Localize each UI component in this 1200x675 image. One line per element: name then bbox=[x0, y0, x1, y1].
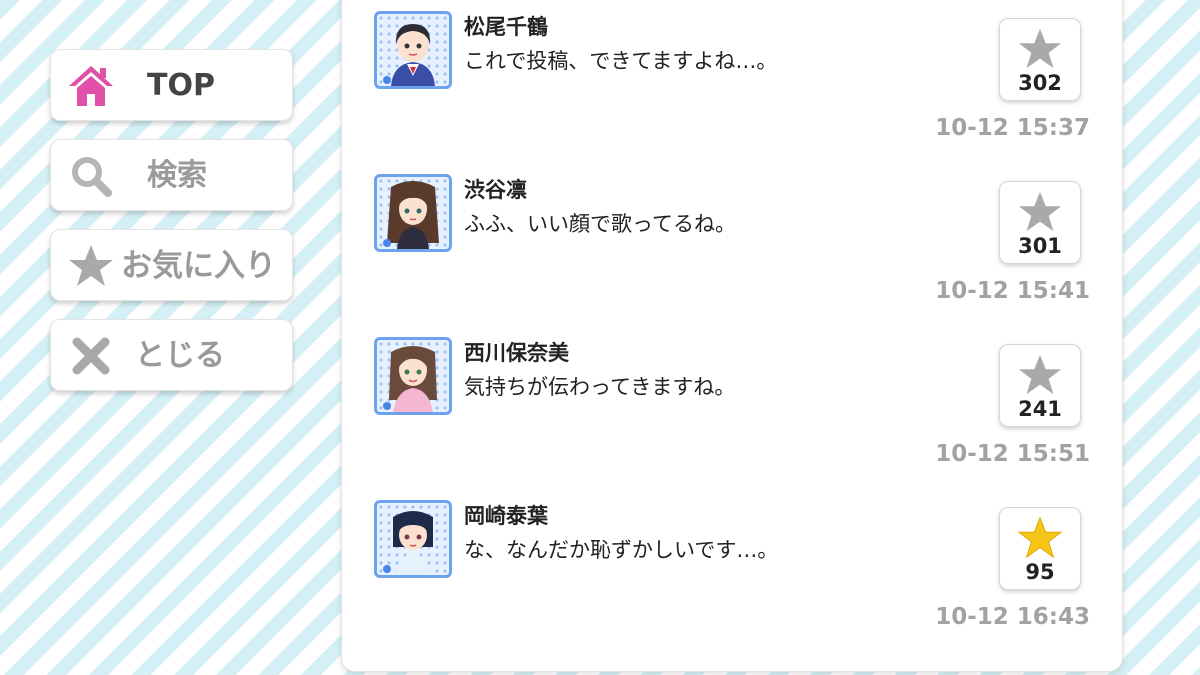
post-message: これで投稿、できてますよね…。 bbox=[464, 49, 778, 73]
post-message: ふふ、いい顔で歌ってるね。 bbox=[464, 212, 736, 236]
post-timestamp: 10-12 15:41 bbox=[935, 278, 1090, 304]
post-item: 松尾千鶴 これで投稿、できてますよね…。 302 10-12 15:37 bbox=[342, 11, 1122, 161]
post-timestamp: 10-12 15:37 bbox=[935, 115, 1090, 141]
post-item: 西川保奈美 気持ちが伝わってきますね。 241 10-12 15:51 bbox=[342, 337, 1122, 487]
avatar-portrait bbox=[383, 24, 435, 86]
top-button[interactable]: TOP bbox=[50, 49, 293, 121]
star-icon bbox=[1018, 191, 1062, 232]
close-icon bbox=[72, 337, 110, 375]
like-count: 241 bbox=[1018, 397, 1062, 421]
like-count: 95 bbox=[1025, 560, 1055, 584]
post-item: 岡崎泰葉 な、なんだか恥ずかしいです…。 95 10-12 16:43 bbox=[342, 500, 1122, 650]
post-message: 気持ちが伝わってきますね。 bbox=[464, 375, 736, 399]
star-icon bbox=[1017, 516, 1063, 559]
favorites-label: お気に入り bbox=[121, 248, 276, 284]
avatar[interactable] bbox=[374, 337, 452, 415]
search-label: 検索 bbox=[147, 158, 207, 193]
user-name[interactable]: 松尾千鶴 bbox=[464, 11, 548, 41]
post-timestamp: 10-12 15:51 bbox=[935, 441, 1090, 467]
like-count: 301 bbox=[1018, 234, 1062, 258]
favorite-button[interactable]: 241 bbox=[999, 344, 1081, 427]
favorite-button[interactable]: 95 bbox=[999, 507, 1081, 590]
user-name[interactable]: 西川保奈美 bbox=[464, 337, 569, 367]
user-name[interactable]: 渋谷凛 bbox=[464, 174, 527, 204]
user-name[interactable]: 岡崎泰葉 bbox=[464, 500, 548, 530]
avatar[interactable] bbox=[374, 500, 452, 578]
post-item: 渋谷凛 ふふ、いい顔で歌ってるね。 301 10-12 15:41 bbox=[342, 174, 1122, 324]
avatar-portrait bbox=[383, 511, 433, 575]
star-icon bbox=[1018, 354, 1062, 395]
post-timestamp: 10-12 16:43 bbox=[935, 604, 1090, 630]
search-icon bbox=[72, 157, 112, 197]
close-button[interactable]: とじる bbox=[50, 319, 293, 391]
avatar[interactable] bbox=[374, 174, 452, 252]
avatar[interactable] bbox=[374, 11, 452, 89]
home-icon bbox=[69, 66, 113, 106]
avatar-portrait bbox=[383, 181, 439, 249]
close-label: とじる bbox=[135, 338, 225, 373]
post-list-panel: 松尾千鶴 これで投稿、できてますよね…。 302 10-12 15:37 渋谷凛 bbox=[341, 0, 1123, 672]
avatar-portrait bbox=[383, 346, 437, 412]
star-icon bbox=[69, 245, 113, 286]
search-button[interactable]: 検索 bbox=[50, 139, 293, 211]
post-message: な、なんだか恥ずかしいです…。 bbox=[464, 538, 779, 562]
favorite-button[interactable]: 302 bbox=[999, 18, 1081, 101]
star-icon bbox=[1018, 28, 1062, 69]
like-count: 302 bbox=[1018, 71, 1062, 95]
top-label: TOP bbox=[147, 68, 215, 103]
favorites-button[interactable]: お気に入り bbox=[50, 229, 293, 301]
favorite-button[interactable]: 301 bbox=[999, 181, 1081, 264]
